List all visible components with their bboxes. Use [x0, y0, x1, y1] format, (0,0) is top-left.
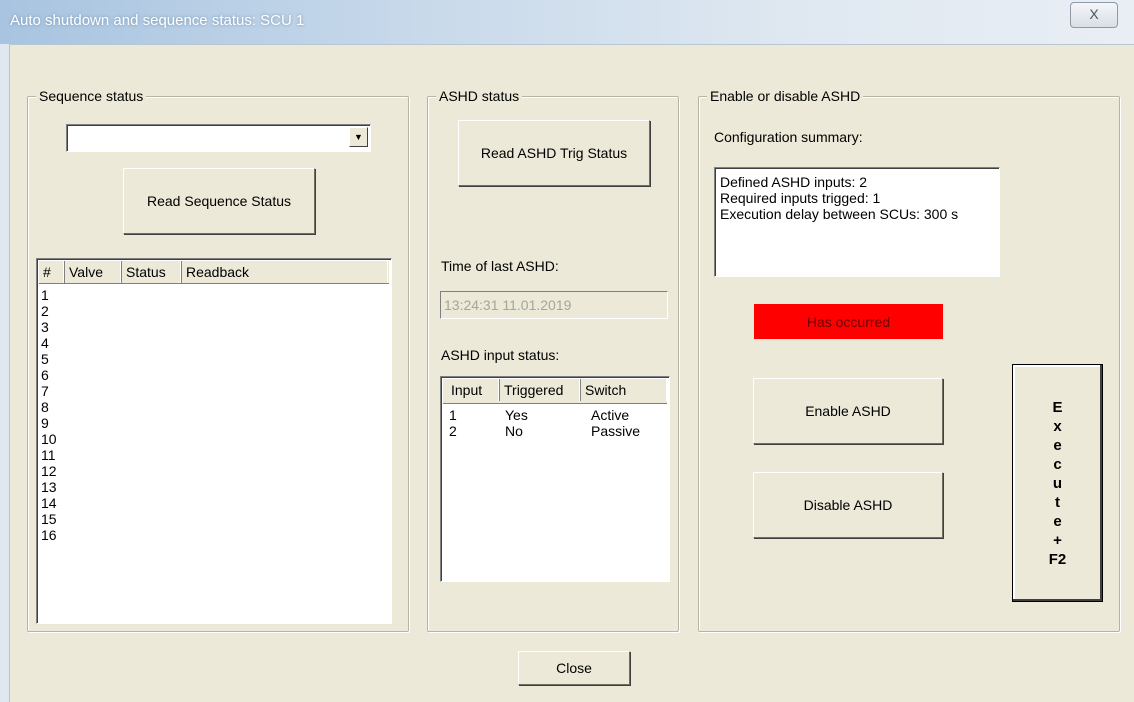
sequence-rows: 1 2 3 4 5 6 7 8 9 10 11 12 13 14 15 16 [41, 287, 57, 543]
ashd-input-list[interactable]: Input Triggered Switch 1 Yes Active 2 No… [440, 376, 670, 582]
row-triggered: No [505, 423, 523, 439]
table-row[interactable]: 2 No Passive [449, 423, 664, 439]
read-sequence-status-label: Read Sequence Status [147, 193, 291, 209]
title-bar: Auto shutdown and sequence status: SCU 1… [0, 0, 1134, 45]
time-of-last-ashd-field: 13:24:31 11.01.2019 [440, 291, 668, 319]
summary-line: Defined ASHD inputs: 2 [720, 174, 868, 190]
col-status[interactable]: Status [122, 261, 182, 283]
execute-char: c [1053, 455, 1062, 473]
row-triggered: Yes [505, 407, 528, 423]
list-item[interactable]: 15 [41, 511, 57, 527]
execute-char: F2 [1048, 550, 1067, 568]
list-item[interactable]: 4 [41, 335, 57, 351]
close-button[interactable]: Close [518, 651, 630, 685]
col-switch[interactable]: Switch [581, 379, 667, 401]
row-switch: Active [591, 407, 630, 423]
chevron-down-icon[interactable]: ▼ [349, 127, 368, 147]
sequence-list[interactable]: # Valve Status Readback 1 2 3 4 5 6 7 8 … [36, 258, 392, 624]
col-number[interactable]: # [39, 261, 65, 283]
time-of-last-ashd-label: Time of last ASHD: [441, 258, 559, 274]
list-item[interactable]: 5 [41, 351, 57, 367]
execute-f2-button[interactable]: E x e c u t e + F2 [1012, 364, 1103, 602]
enable-disable-legend: Enable or disable ASHD [707, 88, 864, 104]
list-item[interactable]: 10 [41, 431, 57, 447]
window-title: Auto shutdown and sequence status: SCU 1 [10, 12, 305, 29]
summary-lines: Defined ASHD inputs: 2 Required inputs t… [720, 174, 958, 222]
disable-ashd-button[interactable]: Disable ASHD [753, 472, 943, 538]
ashd-input-status-label: ASHD input status: [441, 347, 560, 363]
execute-char: u [1052, 474, 1063, 492]
configuration-summary-label: Configuration summary: [714, 129, 863, 145]
list-item[interactable]: 12 [41, 463, 57, 479]
has-occurred-label: Has occurred [806, 313, 891, 330]
enable-ashd-label: Enable ASHD [805, 403, 891, 419]
row-switch: Passive [591, 423, 641, 439]
sequence-select[interactable]: ▼ [66, 124, 371, 152]
execute-char: + [1053, 531, 1062, 549]
list-item[interactable]: 9 [41, 415, 57, 431]
sequence-status-legend: Sequence status [36, 88, 147, 104]
sequence-list-header: # Valve Status Readback [39, 261, 389, 284]
list-item[interactable]: 2 [41, 303, 57, 319]
list-item[interactable]: 13 [41, 479, 57, 495]
execute-char: e [1053, 512, 1062, 530]
list-item[interactable]: 6 [41, 367, 57, 383]
read-sequence-status-button[interactable]: Read Sequence Status [123, 168, 315, 234]
table-row[interactable]: 1 Yes Active [449, 407, 664, 423]
list-item[interactable]: 1 [41, 287, 57, 303]
read-ashd-trig-status-label: Read ASHD Trig Status [480, 145, 628, 161]
list-item[interactable]: 16 [41, 527, 57, 543]
list-item[interactable]: 14 [41, 495, 57, 511]
summary-line: Execution delay between SCUs: 300 s [720, 206, 959, 222]
col-triggered[interactable]: Triggered [500, 379, 581, 401]
col-valve[interactable]: Valve [65, 261, 122, 283]
col-readback[interactable]: Readback [182, 261, 388, 283]
configuration-summary-box: Defined ASHD inputs: 2 Required inputs t… [714, 167, 1000, 277]
close-icon: X [1089, 6, 1099, 22]
list-item[interactable]: 11 [41, 447, 57, 463]
execute-char: E [1052, 398, 1063, 416]
row-input: 1 [449, 407, 457, 423]
col-input[interactable]: Input [447, 379, 500, 401]
enable-ashd-button[interactable]: Enable ASHD [753, 378, 943, 444]
list-item[interactable]: 8 [41, 399, 57, 415]
close-button-label: Close [556, 660, 592, 676]
disable-ashd-label: Disable ASHD [803, 497, 893, 513]
ashd-status-legend: ASHD status [436, 88, 523, 104]
list-item[interactable]: 7 [41, 383, 57, 399]
has-occurred-indicator: Has occurred [754, 304, 943, 339]
execute-char: e [1053, 436, 1062, 454]
summary-line: Required inputs trigged: 1 [720, 190, 881, 206]
execute-char: x [1053, 417, 1062, 435]
window-close-button[interactable]: X [1070, 2, 1118, 28]
list-item[interactable]: 3 [41, 319, 57, 335]
ashd-input-list-header: Input Triggered Switch [443, 379, 667, 404]
row-input: 2 [449, 423, 457, 439]
ashd-input-rows: 1 Yes Active 2 No Passive [449, 407, 664, 439]
read-ashd-trig-status-button[interactable]: Read ASHD Trig Status [458, 120, 650, 186]
execute-char: t [1055, 493, 1060, 511]
window-left-border [0, 44, 10, 702]
